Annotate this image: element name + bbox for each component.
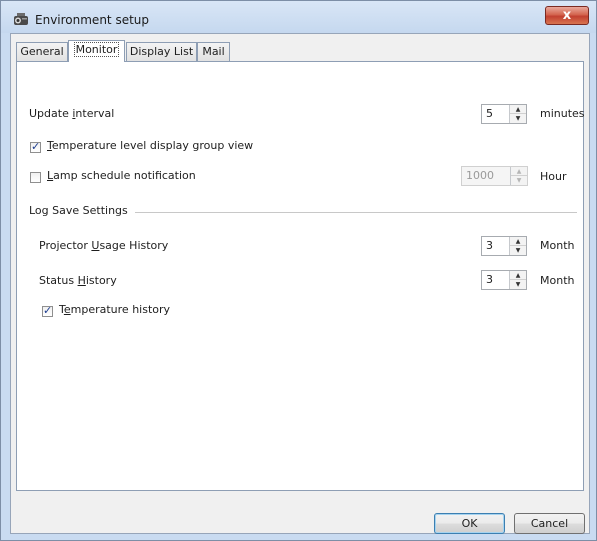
lamp-hours-unit: Hour bbox=[540, 170, 567, 183]
projector-usage-unit: Month bbox=[540, 239, 575, 252]
tab-mail-label: Mail bbox=[202, 45, 225, 58]
temperature-history-label[interactable]: Temperature history bbox=[59, 303, 170, 316]
checkmark-icon: ✓ bbox=[31, 140, 41, 153]
spinner-buttons: ▲ ▼ bbox=[509, 237, 526, 255]
projector-usage-value: 3 bbox=[486, 239, 493, 252]
tab-display-list-label: Display List bbox=[129, 45, 194, 58]
status-history-spinner[interactable]: 3 ▲ ▼ bbox=[481, 270, 527, 290]
log-save-settings-heading: Log Save Settings bbox=[29, 204, 128, 217]
tab-display-list[interactable]: Display List bbox=[126, 42, 197, 61]
tab-general-label: General bbox=[20, 45, 64, 58]
lamp-schedule-checkbox[interactable] bbox=[30, 172, 41, 183]
spinner-up-icon[interactable]: ▲ bbox=[510, 237, 526, 246]
tab-general[interactable]: General bbox=[16, 42, 68, 61]
tab-monitor[interactable]: Monitor bbox=[68, 40, 125, 62]
tab-monitor-label: Monitor bbox=[73, 42, 120, 57]
tab-mail[interactable]: Mail bbox=[197, 42, 230, 61]
spinner-down-icon: ▼ bbox=[516, 177, 522, 184]
spinner-buttons: ▲ ▼ bbox=[510, 167, 527, 185]
temperature-history-checkbox[interactable]: ✓ bbox=[42, 304, 53, 317]
spinner-down-icon[interactable]: ▼ bbox=[510, 246, 526, 255]
projector-usage-label: Projector Usage History bbox=[39, 239, 169, 252]
spinner-buttons: ▲ ▼ bbox=[509, 271, 526, 289]
status-history-value: 3 bbox=[486, 273, 493, 286]
spinner-buttons: ▲ ▼ bbox=[509, 105, 526, 123]
close-icon: x bbox=[562, 8, 572, 23]
close-button[interactable]: x bbox=[545, 6, 589, 25]
projector-icon bbox=[14, 13, 28, 25]
update-interval-label: Update interval bbox=[29, 107, 115, 120]
update-interval-value: 5 bbox=[486, 107, 493, 120]
status-history-unit: Month bbox=[540, 274, 575, 287]
window-title: Environment setup bbox=[35, 13, 149, 27]
dialog-body: General Monitor Display List Mail Update… bbox=[10, 33, 590, 534]
checkmark-icon: ✓ bbox=[43, 304, 53, 317]
title-bar[interactable]: Environment setup x bbox=[1, 1, 596, 33]
spinner-down-icon[interactable]: ▼ bbox=[510, 280, 526, 289]
projector-usage-spinner[interactable]: 3 ▲ ▼ bbox=[481, 236, 527, 256]
lamp-hours-spinner: 1000 ▲ ▼ bbox=[461, 166, 528, 186]
lamp-schedule-label[interactable]: Lamp schedule notification bbox=[47, 169, 196, 182]
update-interval-unit: minutes bbox=[540, 107, 585, 120]
update-interval-spinner[interactable]: 5 ▲ ▼ bbox=[481, 104, 527, 124]
status-history-label: Status History bbox=[39, 274, 117, 287]
temperature-group-view-label[interactable]: Temperature level display group view bbox=[47, 139, 253, 152]
monitor-panel: Update interval 5 ▲ ▼ minutes ✓ Temperat… bbox=[16, 61, 585, 491]
environment-setup-window: Environment setup x General Monitor Disp… bbox=[0, 0, 597, 541]
lamp-hours-value: 1000 bbox=[466, 169, 494, 182]
ok-button[interactable]: OK bbox=[434, 513, 505, 534]
spinner-up-icon[interactable]: ▲ bbox=[510, 105, 526, 114]
cancel-button[interactable]: Cancel bbox=[514, 513, 585, 534]
temperature-group-view-checkbox[interactable]: ✓ bbox=[30, 140, 41, 153]
spinner-up-icon[interactable]: ▲ bbox=[510, 271, 526, 280]
section-divider bbox=[135, 212, 577, 213]
spinner-down-icon[interactable]: ▼ bbox=[510, 114, 526, 123]
spinner-up-icon: ▲ bbox=[511, 167, 527, 176]
